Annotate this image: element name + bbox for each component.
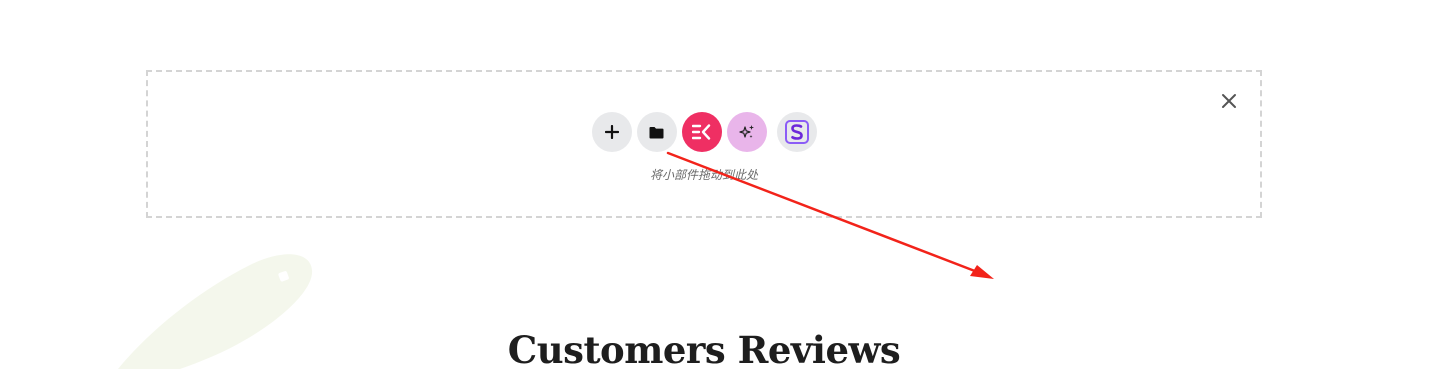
close-icon	[1222, 94, 1236, 108]
s-logo-icon	[784, 120, 809, 144]
ai-button[interactable]	[726, 112, 767, 152]
template-library-button[interactable]	[636, 112, 677, 152]
plus-icon	[604, 125, 619, 139]
widget-drop-zone[interactable]: 将小部件拖动到此处	[146, 70, 1262, 218]
s-plugin-button[interactable]	[776, 112, 817, 152]
folder-icon	[649, 126, 664, 138]
add-section-button[interactable]	[591, 112, 632, 152]
ek-logo-icon	[691, 124, 710, 140]
editor-canvas: 将小部件拖动到此处 Customers Reviews	[0, 0, 1438, 369]
section-title: Customers Reviews	[507, 328, 901, 369]
sparkles-icon	[738, 125, 754, 138]
close-button[interactable]	[1218, 90, 1240, 112]
drop-hint-text: 将小部件拖动到此处	[649, 168, 758, 182]
add-actions-row	[148, 112, 1260, 152]
elementskit-button[interactable]	[681, 112, 722, 152]
